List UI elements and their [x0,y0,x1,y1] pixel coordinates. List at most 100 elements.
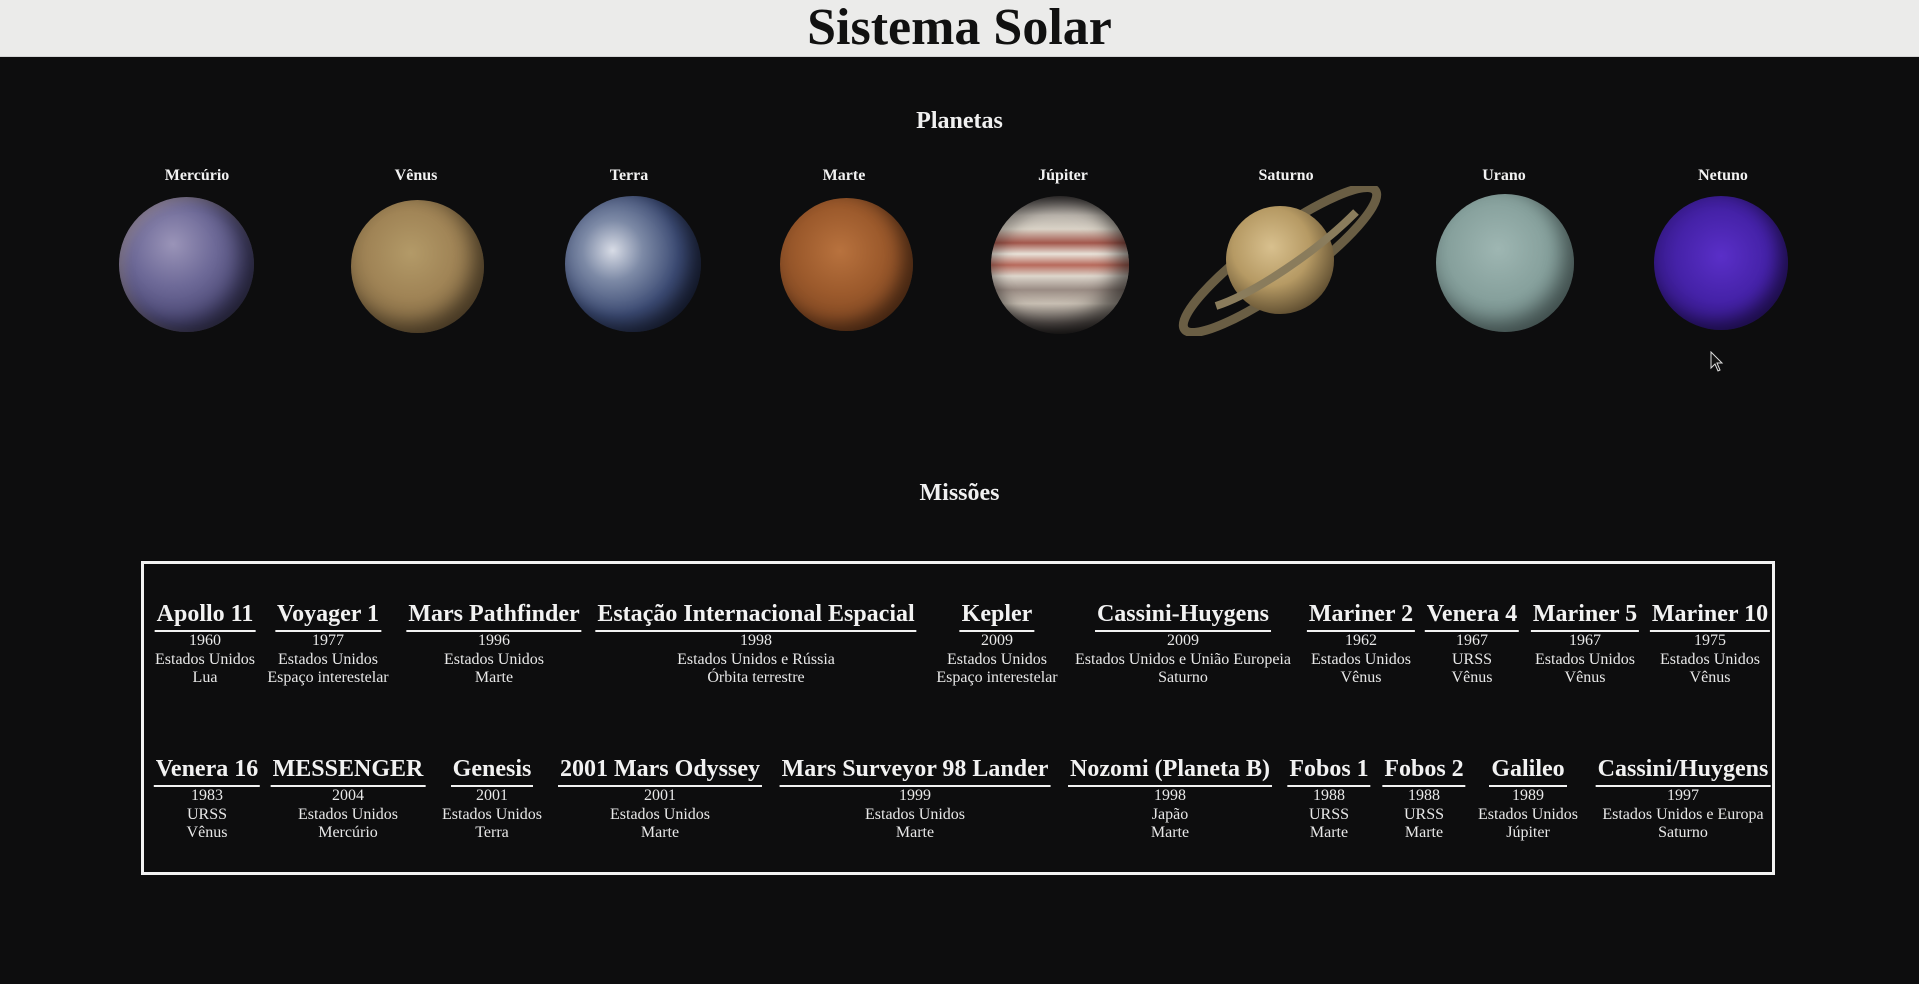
mission-country: Estados Unidos [865,805,965,823]
mission-name: Cassini-Huygens [1094,599,1272,632]
mission-card: Mars Surveyor 98 Lander 1999 Estados Unido… [779,754,1051,843]
mission-country: Estados Unidos [154,650,255,668]
mission-country: URSS [186,805,228,823]
saturn-image[interactable] [1176,186,1386,336]
mission-target: Saturno [1658,824,1708,841]
mission-year: 1975 [1693,632,1726,649]
mission-target: Marte [1150,824,1190,841]
mission-card: Estação Internacional Espacial 1998 Estado… [595,599,917,688]
mission-name: Nozomi (Planeta B) [1068,754,1272,787]
mission-year: 2009 [1166,632,1199,649]
mission-country: Estados Unidos [444,650,544,668]
planet-label: Marte [822,167,866,184]
mission-year: 1967 [1568,632,1601,649]
mission-target: Mercúrio [318,824,378,841]
mission-year: 2001 [476,787,508,804]
mission-name: Genesis [450,754,534,787]
mission-year: 1999 [899,787,931,804]
mission-name: Venera 16 [153,754,261,787]
mission-target: Vênus [1451,669,1493,686]
mission-year: 1996 [478,632,510,649]
mission-card: MESSENGER 2004 Estados Unidos Mercúrio [270,754,426,843]
uranus-image[interactable] [1436,194,1574,332]
mission-target: Marte [895,824,935,841]
mission-card: Mars Pathfinder 1996 Estados Unidos Marte [406,599,582,688]
mission-year: 1977 [312,632,344,649]
mission-year: 1967 [1456,632,1488,649]
mission-target: Lua [192,669,218,686]
mission-country: Estados Unidos e Rússia [677,650,835,668]
mission-card: Nozomi (Planeta B) 1998 Japão Marte [1068,754,1272,843]
mission-target: Espaço interestelar [936,669,1058,686]
mission-target: Terra [475,824,509,841]
mission-country: Japão [1151,805,1189,823]
jupiter-image[interactable] [991,196,1129,334]
mission-country: Estados Unidos [1659,650,1760,668]
mission-target: Vênus [186,824,228,841]
mission-year: 1998 [740,632,772,649]
mission-name: Mariner 2 [1306,599,1416,632]
venus-image[interactable] [351,200,484,333]
mission-country: URSS [1451,650,1493,668]
mission-country: Estados Unidos e Europa [1602,805,1764,823]
earth-image[interactable] [565,196,701,332]
planet-label: Vênus [394,167,438,184]
mission-target: Vênus [1340,669,1382,686]
mission-name: Venera 4 [1424,599,1520,632]
planet-label: Saturno [1258,167,1314,184]
mission-country: Estados Unidos [1534,650,1635,668]
mission-target: Marte [1309,824,1349,841]
mission-year: 2004 [331,787,364,804]
mission-card: Cassini/Huygens 1997 Estados Unidos e Euro… [1595,754,1771,843]
mission-card: Voyager 1 1977 Estados Unidos Espaço intere… [267,599,388,688]
mars-image[interactable] [780,198,913,331]
planet-label: Júpiter [1038,167,1088,184]
missions-section-title: Missões [919,480,1000,506]
mission-card: Kepler 2009 Estados Unidos Espaço intereste… [936,599,1057,688]
mission-target: Júpiter [1506,824,1550,841]
mission-country: Estados Unidos [1310,650,1411,668]
mission-name: Estação Internacional Espacial [595,599,917,632]
mission-name: Apollo 11 [154,599,256,632]
mission-card: Fobos 1 1988 URSS Marte [1287,754,1371,843]
mission-name: Voyager 1 [275,599,381,632]
mission-card: Mariner 10 1975 Estados Unidos Vênus [1649,599,1771,688]
mercury-image[interactable] [119,197,254,332]
mission-card: Mariner 2 1962 Estados Unidos Vênus [1306,599,1416,688]
mission-name: Kepler [959,599,1035,632]
mission-card: Apollo 11 1960 Estados Unidos Lua [154,599,256,688]
mouse-cursor-icon [1710,351,1724,372]
mission-target: Saturno [1158,669,1208,686]
mission-year: 1997 [1667,787,1699,804]
mission-target: Marte [640,824,680,841]
mission-name: Mars Pathfinder [406,599,582,632]
planet-label: Netuno [1698,167,1748,184]
mission-year: 1988 [1407,787,1440,804]
mission-country: Estados Unidos e União Europeia [1075,650,1291,668]
mission-target: Espaço interestelar [267,669,389,686]
mission-country: Estados Unidos [610,805,710,823]
mission-name: 2001 Mars Odyssey [558,754,762,787]
mission-year: 1988 [1312,787,1345,804]
mission-card: Mariner 5 1967 Estados Unidos Vênus [1530,599,1640,688]
planet-label: Terra [609,167,649,184]
neptune-image[interactable] [1654,196,1788,330]
mission-country: Estados Unidos [1478,805,1578,823]
mission-year: 1989 [1512,787,1544,804]
mission-name: Mariner 10 [1649,599,1771,632]
planets-gallery: Mercúrio Vênus Terra Marte Júpiter Satur… [0,0,1919,400]
mission-name: Fobos 2 [1382,754,1466,787]
planet-label: Mercúrio [164,167,230,184]
mission-year: 1962 [1344,632,1377,649]
mission-target: Vênus [1689,669,1731,686]
mission-name: Fobos 1 [1287,754,1371,787]
mission-target: Marte [1404,824,1444,841]
mission-card: Venera 16 1983 URSS Vênus [153,754,261,843]
mission-country: URSS [1403,805,1445,823]
mission-target: Órbita terrestre [707,669,805,686]
mission-year: 2009 [981,632,1013,649]
mission-country: Estados Unidos [442,805,542,823]
mission-card: Fobos 2 1988 URSS Marte [1382,754,1466,843]
mission-name: Mars Surveyor 98 Lander [779,754,1051,787]
missions-container: Apollo 11 1960 Estados Unidos Lua Voyager 11… [141,561,1775,875]
